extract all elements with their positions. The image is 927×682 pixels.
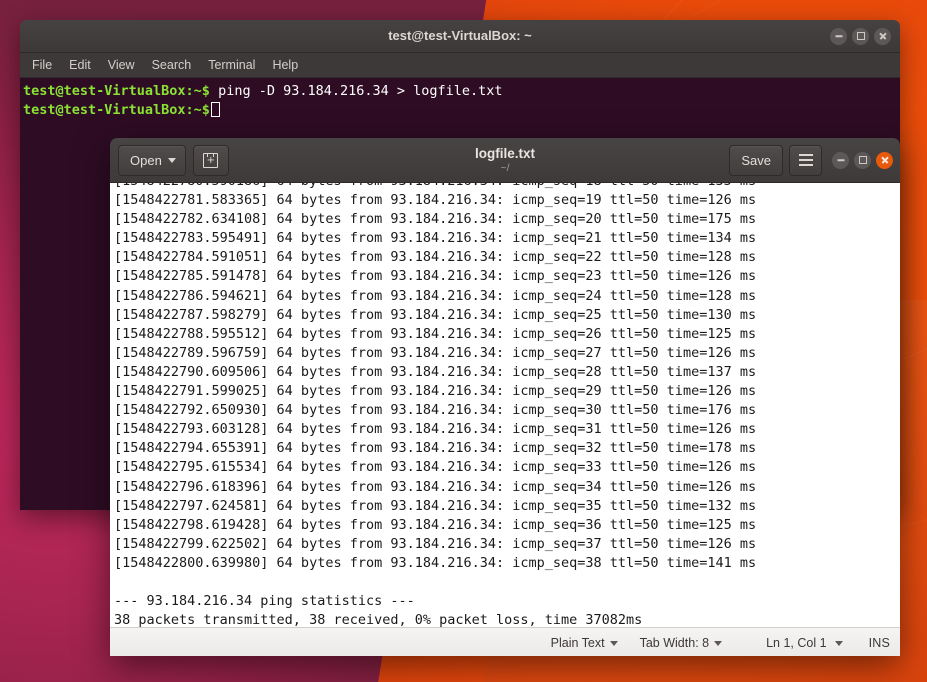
document-line: [1548422783.595491] 64 bytes from 93.184… (114, 230, 757, 247)
terminal-maximize-icon[interactable] (852, 27, 869, 45)
terminal-prompt: test@test-VirtualBox:~$ (23, 83, 210, 99)
tab-width-selector[interactable]: Tab Width: 8 (639, 636, 723, 650)
floppy-plus-icon: + (203, 152, 219, 168)
document-line: [1548422784.591051] 64 bytes from 93.184… (114, 249, 757, 266)
document-line: [1548422797.624581] 64 bytes from 93.184… (114, 497, 757, 514)
document-line: [1548422800.639980] 64 bytes from 93.184… (114, 554, 757, 571)
gedit-header-right-group[interactable]: Save (729, 144, 900, 176)
document-line: [1548422786.594621] 64 bytes from 93.184… (114, 287, 757, 304)
document-line: [1548422794.655391] 64 bytes from 93.184… (114, 440, 757, 457)
chevron-down-icon-tabwidth (714, 640, 723, 646)
cursor-position: Ln 1, Col 1 (766, 636, 826, 650)
terminal-menubar[interactable]: File Edit View Search Terminal Help (20, 53, 900, 78)
terminal-titlebar[interactable]: test@test-VirtualBox: ~ (20, 20, 900, 53)
document-line: [1548422790.609506] 64 bytes from 93.184… (114, 363, 757, 380)
menu-item-search[interactable]: Search (152, 53, 192, 77)
language-selector[interactable]: Plain Text (551, 636, 618, 650)
cursor-position-label: Ln 1, Col 1 (766, 636, 827, 650)
terminal-minimize-icon[interactable] (830, 27, 847, 45)
terminal-command-line: test@test-VirtualBox:~$ ping -D 93.184.2… (23, 82, 900, 101)
hamburger-menu-button[interactable] (789, 144, 822, 176)
document-line: [1548422791.599025] 64 bytes from 93.184… (114, 383, 757, 400)
gedit-document-path: ~/ (500, 162, 510, 174)
document-line: [1548422793.603128] 64 bytes from 93.184… (114, 421, 757, 438)
plus-glyph: + (206, 155, 216, 167)
tab-width-label: Tab Width: 8 (639, 636, 710, 650)
gedit-text-editor[interactable]: [1548422780.590186] 64 bytes from 93.184… (110, 183, 900, 627)
document-blank-line (114, 573, 756, 592)
document-line: [1548422789.596759] 64 bytes from 93.184… (114, 344, 757, 361)
document-line: [1548422799.622502] 64 bytes from 93.184… (114, 535, 757, 552)
terminal-command-text: ping -D 93.184.216.34 > logfile.txt (209, 83, 503, 99)
terminal-window-controls[interactable] (830, 20, 891, 52)
insert-mode-indicator: INS (869, 636, 890, 650)
terminal-cursor (210, 102, 220, 117)
menu-item-help[interactable]: Help (272, 53, 298, 77)
document-line: --- 93.184.216.34 ping statistics --- (114, 593, 415, 610)
document-line: [1548422792.650930] 64 bytes from 93.184… (114, 402, 757, 419)
terminal-prompt-current: test@test-VirtualBox:~$ (23, 102, 210, 118)
terminal-title: test@test-VirtualBox: ~ (388, 28, 532, 43)
gedit-document-content: [1548422780.590186] 64 bytes from 93.184… (114, 183, 756, 627)
document-line: [1548422787.598279] 64 bytes from 93.184… (114, 306, 757, 323)
gedit-window-controls[interactable] (832, 151, 893, 169)
document-line: [1548422798.619428] 64 bytes from 93.184… (114, 516, 757, 533)
gedit-minimize-icon[interactable] (832, 151, 849, 169)
document-line: [1548422781.583365] 64 bytes from 93.184… (114, 192, 757, 209)
document-line: [1548422795.615534] 64 bytes from 93.184… (114, 459, 757, 476)
menu-item-view[interactable]: View (108, 53, 135, 77)
insert-mode-label: INS (868, 636, 890, 650)
document-line: [1548422796.618396] 64 bytes from 93.184… (114, 478, 757, 495)
document-line: [1548422780.590186] 64 bytes from 93.184… (114, 183, 756, 191)
menu-item-terminal[interactable]: Terminal (208, 53, 255, 77)
open-button-label: Open (130, 152, 162, 168)
document-line: [1548422785.591478] 64 bytes from 93.184… (114, 268, 757, 285)
menu-item-edit[interactable]: Edit (69, 53, 91, 77)
chevron-down-icon-language (609, 640, 618, 646)
hamburger-icon (798, 154, 813, 166)
document-line: [1548422788.595512] 64 bytes from 93.184… (114, 325, 757, 342)
document-line: [1548422782.634108] 64 bytes from 93.184… (114, 211, 757, 228)
language-label: Plain Text (550, 636, 605, 650)
gedit-headerbar[interactable]: Open + logfile.txt ~/ Save (110, 138, 900, 183)
gedit-close-icon[interactable] (876, 151, 893, 169)
chevron-down-icon-position[interactable] (834, 640, 843, 646)
gedit-statusbar: Plain Text Tab Width: 8 Ln 1, Col 1 INS (110, 627, 900, 656)
gedit-document-title: logfile.txt (475, 146, 535, 161)
open-button[interactable]: Open (118, 144, 186, 176)
gedit-window[interactable]: Open + logfile.txt ~/ Save [1548422781.5… (110, 138, 900, 656)
document-line: 38 packets transmitted, 38 received, 0% … (114, 612, 643, 627)
save-button-label: Save (741, 152, 771, 168)
terminal-close-icon[interactable] (874, 27, 891, 45)
save-as-button[interactable]: + (192, 144, 229, 176)
gedit-maximize-icon[interactable] (854, 151, 871, 169)
menu-item-file[interactable]: File (32, 53, 52, 77)
save-button[interactable]: Save (729, 144, 783, 176)
terminal-current-prompt-line: test@test-VirtualBox:~$ (23, 101, 900, 120)
chevron-down-icon (167, 157, 176, 163)
